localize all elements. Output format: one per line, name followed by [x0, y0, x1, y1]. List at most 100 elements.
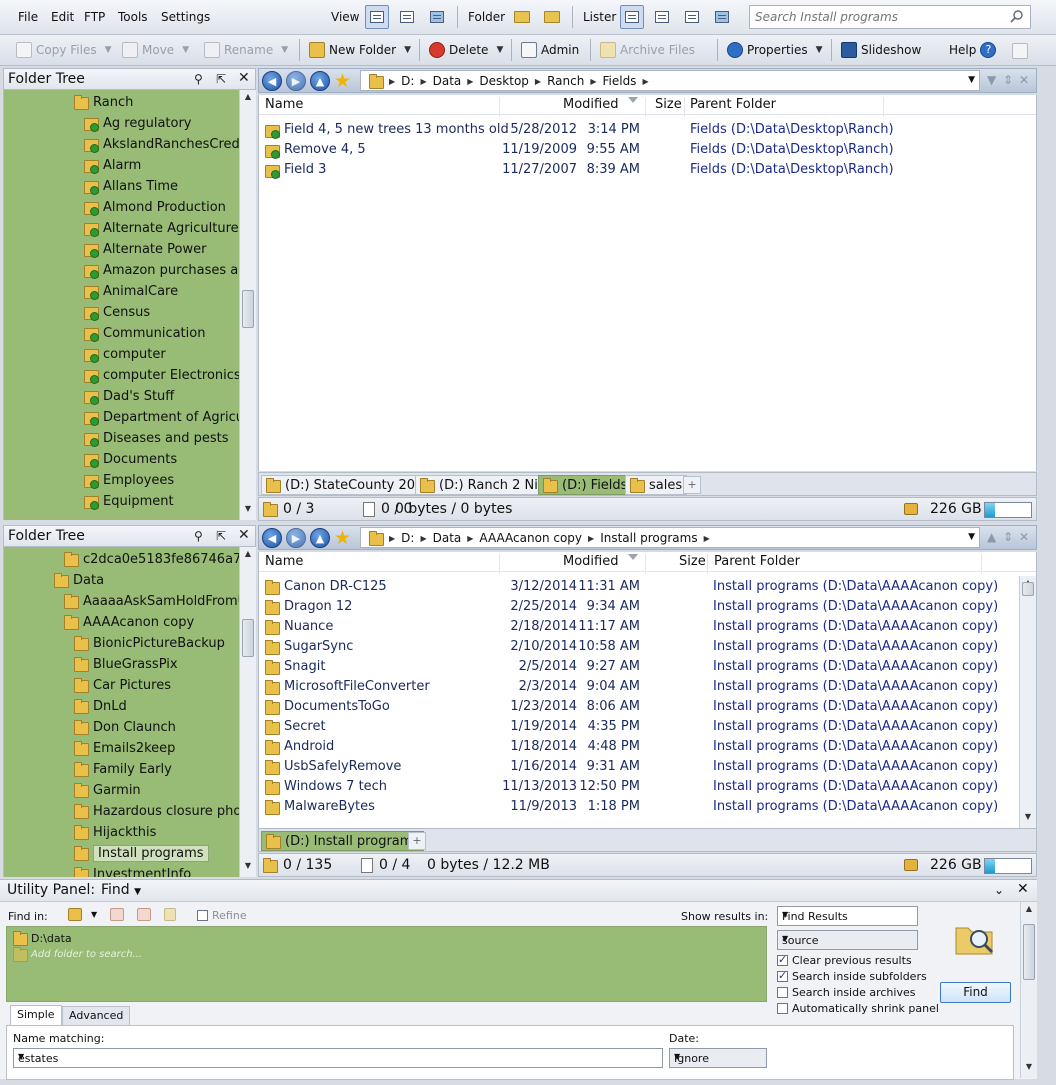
move-button[interactable]: Move ▼ — [118, 39, 193, 61]
tree-item[interactable]: AaaaaAskSamHoldFromUs — [64, 591, 254, 611]
tree-item[interactable]: Alternate Power — [84, 239, 206, 259]
swap-icon[interactable]: ⇕ — [1003, 73, 1013, 87]
tree-item[interactable]: Ag regulatory — [84, 113, 192, 133]
view-thumbnails-button[interactable] — [425, 5, 449, 29]
tree-item[interactable]: Amazon purchases and — [84, 260, 255, 280]
utility-panel-scrollbar[interactable]: ▲ ▼ — [1020, 902, 1037, 1078]
back-arrow-icon[interactable]: ◀ — [262, 528, 282, 548]
scroll-down-icon[interactable]: ▼ — [1021, 1062, 1037, 1076]
tree-item[interactable]: Communication — [84, 323, 205, 343]
tree-item[interactable]: Car Pictures — [74, 675, 171, 695]
tree-item[interactable]: InvestmentInfo — [74, 864, 191, 877]
column-divider[interactable] — [707, 554, 708, 574]
search-icon[interactable] — [1010, 9, 1024, 23]
remove-folder-icon[interactable] — [110, 908, 124, 921]
column-modified[interactable]: Modified — [563, 97, 618, 112]
search-icon[interactable]: ⚲ — [194, 72, 203, 86]
add-tab-icon[interactable]: + — [408, 832, 426, 850]
folder-tab[interactable]: (D:) Install programs — [261, 831, 425, 851]
admin-button[interactable]: Admin — [517, 39, 583, 61]
search-input[interactable] — [750, 6, 1000, 28]
column-divider[interactable] — [499, 554, 500, 574]
tree-item[interactable]: Allans Time — [84, 176, 178, 196]
help-button[interactable]: Help ? — [945, 39, 1000, 61]
add-folder-placeholder[interactable]: Add folder to search... — [13, 947, 142, 962]
scroll-down-icon[interactable]: ▼ — [240, 861, 256, 875]
chevron-right-icon[interactable]: ▶ — [467, 77, 473, 86]
results-target-select[interactable]: Find Results ▼ — [777, 906, 918, 926]
file-row[interactable]: Snagit 2/5/2014 9:27 AM Install programs (D… — [259, 657, 1036, 677]
file-row[interactable]: DocumentsToGo 1/23/2014 8:06 AM Install pro… — [259, 697, 1036, 717]
tree-item[interactable]: c2dca0e5183fe86746a76a — [64, 549, 256, 569]
tree-item[interactable]: Dad's Stuff — [84, 386, 174, 406]
scroll-thumb[interactable] — [1023, 924, 1035, 980]
search-icon[interactable]: ⚲ — [194, 529, 203, 543]
file-row[interactable]: Dragon 12 2/25/2014 9:34 AM Install program… — [259, 597, 1036, 617]
page-icon[interactable] — [1012, 43, 1028, 59]
file-row[interactable]: MalwareBytes 11/9/2013 1:18 PM Install prog… — [259, 797, 1036, 817]
file-row[interactable]: Windows 7 tech 11/13/2013 12:50 PM Install … — [259, 777, 1036, 797]
new-folder-button[interactable]: New Folder ▼ — [305, 39, 415, 61]
chevron-right-icon[interactable]: ▶ — [588, 534, 594, 543]
tree-item[interactable]: Don Claunch — [74, 717, 176, 737]
file-row[interactable]: Android 1/18/2014 4:48 PM Install programs … — [259, 737, 1036, 757]
scroll-down-icon[interactable]: ▼ — [240, 504, 256, 518]
chevron-down-icon[interactable]: ▼ — [968, 75, 975, 85]
chevron-right-icon[interactable]: ▶ — [389, 534, 395, 543]
file-row[interactable]: Canon DR-C125 3/12/2014 11:31 AM Install pr… — [259, 577, 1036, 597]
tree-item[interactable]: Garmin — [74, 780, 141, 800]
tree-item[interactable]: Hijackthis — [74, 822, 156, 842]
find-button[interactable]: Find — [940, 982, 1011, 1003]
favorites-star-icon[interactable]: ★ — [334, 70, 351, 92]
column-divider[interactable] — [645, 554, 646, 574]
menu-ftp[interactable]: FTP — [84, 10, 105, 24]
column-name[interactable]: Name — [265, 97, 303, 112]
tab-advanced[interactable]: Advanced — [62, 1006, 131, 1025]
tree-item[interactable]: Department of Agricult — [84, 407, 253, 427]
forward-arrow-icon[interactable]: ▶ — [286, 71, 306, 91]
tree-item[interactable]: Data — [54, 570, 104, 590]
option-checkbox[interactable] — [777, 1003, 788, 1014]
delete-button[interactable]: Delete ▼ — [425, 39, 507, 61]
tree-item[interactable]: Employees — [84, 470, 174, 490]
chevron-right-icon[interactable]: ▶ — [590, 77, 596, 86]
close-icon[interactable]: ✕ — [1017, 881, 1029, 897]
tree-item[interactable]: Equipment — [84, 491, 174, 511]
chevron-down-icon[interactable]: ▼ — [91, 910, 97, 919]
file-row[interactable]: UsbSafelyRemove 1/16/2014 9:31 AM Install p… — [259, 757, 1036, 777]
chevron-down-icon[interactable]: ▼ — [968, 532, 975, 542]
option-checkbox[interactable] — [777, 987, 788, 998]
forward-arrow-icon[interactable]: ▶ — [286, 528, 306, 548]
name-matching-input[interactable]: estates ▼ — [13, 1048, 663, 1068]
column-parent-folder[interactable]: Parent Folder — [714, 554, 800, 569]
breadcrumb-segment[interactable]: AAAAcanon copy — [479, 531, 582, 545]
close-icon[interactable]: ✕ — [238, 527, 250, 543]
tab-simple[interactable]: Simple — [10, 1005, 62, 1025]
file-row[interactable]: Field 4, 5 new trees 13 months old 5/28/2… — [259, 120, 1036, 140]
back-arrow-icon[interactable]: ◀ — [262, 71, 282, 91]
location-item[interactable]: D:\data — [13, 931, 72, 946]
view-details-button[interactable] — [365, 5, 389, 29]
folder-tab[interactable]: sales — [625, 475, 688, 495]
breadcrumb-segment[interactable]: D: — [401, 531, 414, 545]
breadcrumb-segment[interactable]: Desktop — [479, 74, 529, 88]
chevron-right-icon[interactable]: ▶ — [389, 77, 395, 86]
lister-tree-button[interactable] — [680, 5, 704, 29]
column-size[interactable]: Size — [655, 97, 682, 112]
tree-item[interactable]: Hazardous closure phot — [74, 801, 246, 821]
view-list-button[interactable] — [395, 5, 419, 29]
chevron-right-icon[interactable]: ▶ — [642, 77, 648, 86]
up-arrow-icon[interactable]: ▲ — [310, 528, 330, 548]
refine-checkbox[interactable]: Refine — [197, 909, 247, 922]
file-row[interactable]: SugarSync 2/10/2014 10:58 AM Install progra… — [259, 637, 1036, 657]
expand-icon[interactable]: ▲ — [987, 530, 996, 544]
bottom-path-breadcrumb[interactable]: ▶ D: ▶ Data ▶ AAAAcanon copy ▶ Install programs… — [360, 527, 980, 548]
tree-item[interactable]: Family Early — [74, 759, 172, 779]
find-option[interactable]: Search inside subfolders — [777, 969, 927, 983]
pin-icon[interactable]: ⇱ — [216, 72, 226, 86]
scroll-thumb[interactable] — [242, 619, 254, 657]
close-icon[interactable]: ✕ — [1019, 73, 1029, 87]
source-select[interactable]: source ▼ — [777, 930, 918, 950]
scroll-up-icon[interactable]: ▲ — [1021, 904, 1037, 918]
clear-folders-icon[interactable] — [137, 908, 151, 921]
